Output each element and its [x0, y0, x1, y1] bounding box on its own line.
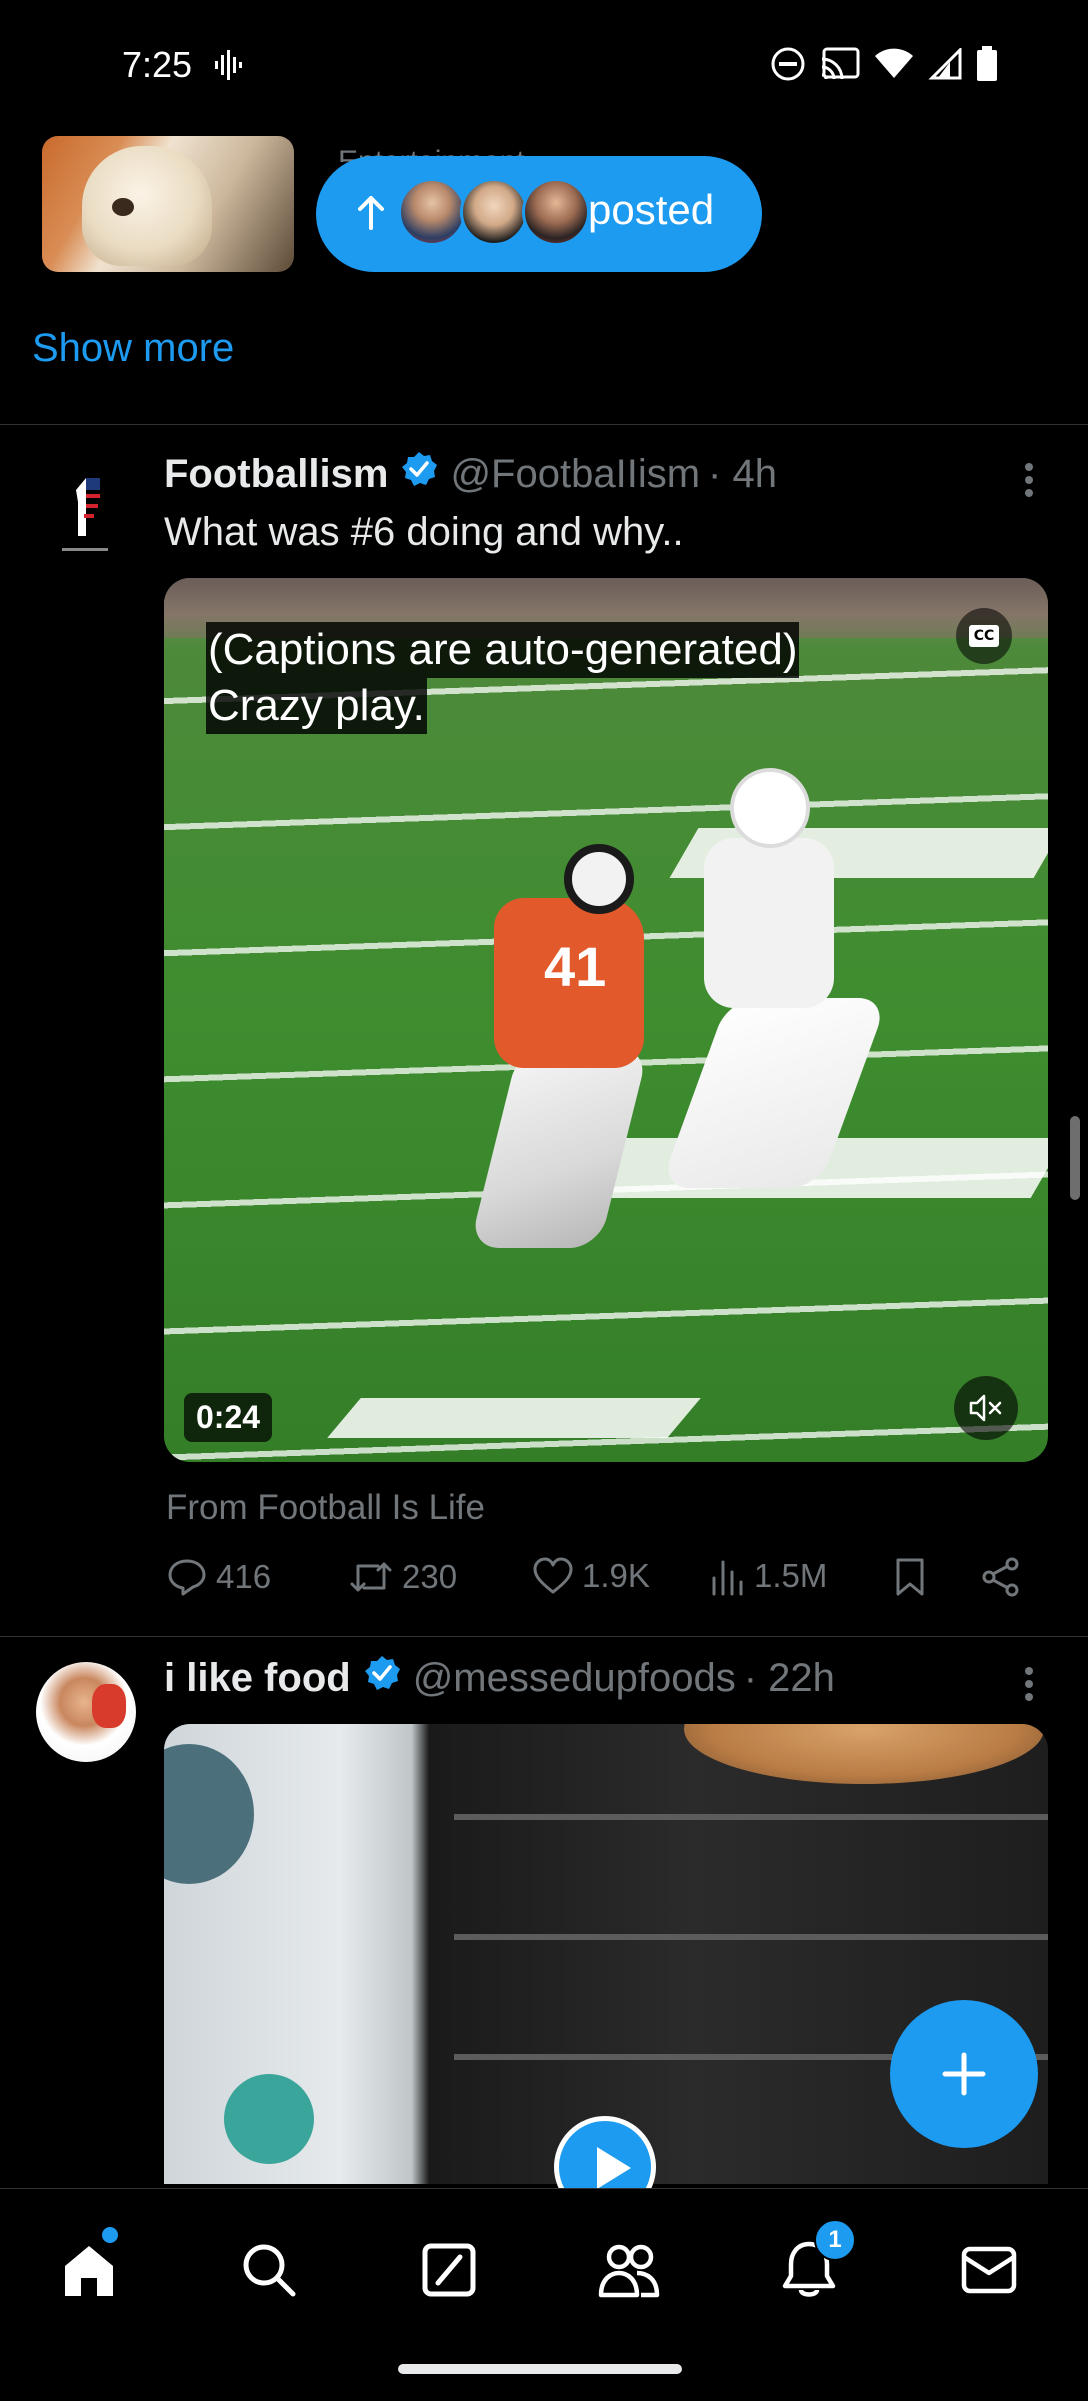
views-button[interactable]: 1.5M — [710, 1556, 827, 1596]
oven-rack — [454, 1934, 1048, 1940]
divider — [0, 424, 1088, 425]
signal-icon — [928, 48, 962, 80]
mute-button[interactable] — [954, 1376, 1018, 1440]
grok-icon — [422, 2243, 476, 2297]
verified-badge-icon — [363, 1654, 401, 1702]
posted-label: posted — [588, 186, 715, 233]
tweet-text: What was #6 doing and why.. — [164, 510, 684, 554]
player-figure — [704, 838, 834, 1008]
status-time: 7:25 — [122, 44, 193, 85]
more-options-icon[interactable] — [1024, 1666, 1034, 1707]
repost-count: 230 — [402, 1558, 458, 1595]
compose-post-button[interactable] — [890, 2000, 1038, 2148]
avatar[interactable] — [40, 464, 130, 554]
decoration — [164, 1744, 254, 1884]
repost-button[interactable]: 230 — [348, 1556, 457, 1598]
cc-icon: CC — [969, 625, 999, 647]
oven-rack — [454, 1814, 1048, 1820]
like-button[interactable]: 1.9K — [532, 1556, 650, 1596]
arrow-up-icon — [356, 196, 386, 235]
nav-communities[interactable] — [594, 2235, 664, 2305]
view-count: 1.5M — [754, 1557, 828, 1594]
avatar — [460, 178, 528, 246]
verified-badge-icon — [400, 450, 438, 498]
sound-wave-icon — [214, 48, 244, 87]
reply-count: 416 — [216, 1558, 272, 1595]
post-age: · 22h — [743, 1655, 835, 1700]
repost-icon — [350, 1562, 392, 1592]
nav-home[interactable] — [54, 2235, 124, 2305]
reply-icon — [168, 1559, 206, 1596]
home-icon — [65, 2246, 113, 2296]
author-name[interactable]: i like food — [164, 1656, 351, 1701]
tweet-header: Footballism @FootbaIIism · 4h — [164, 450, 777, 498]
tweet-header: i like food @messedupfoods · 22h — [164, 1654, 835, 1702]
author-name[interactable]: Footballism — [164, 452, 388, 497]
player-figure — [469, 1048, 649, 1248]
search-icon — [243, 2244, 296, 2297]
author-handle[interactable]: @FootbaIIism — [450, 452, 700, 497]
mail-icon — [961, 2246, 1017, 2294]
decoration — [224, 2074, 314, 2164]
player-helmet — [564, 844, 634, 914]
views-icon — [712, 1560, 743, 1596]
jersey-number: 41 — [544, 935, 607, 998]
share-button[interactable] — [980, 1556, 1022, 1598]
nav-search[interactable] — [234, 2235, 304, 2305]
post-age: · 4h — [708, 451, 777, 496]
video-source[interactable]: From Football Is Life — [166, 1488, 485, 1528]
food-image — [684, 1724, 1044, 1784]
plus-icon — [942, 2052, 986, 2096]
author-handle[interactable]: @messedupfoods — [413, 1656, 736, 1701]
reply-button[interactable]: 416 — [166, 1556, 271, 1598]
closed-captions-button[interactable]: CC — [956, 608, 1012, 664]
avatar — [522, 178, 590, 246]
new-posts-pill[interactable]: posted — [316, 156, 762, 272]
do-not-disturb-icon — [770, 46, 806, 82]
more-options-icon[interactable] — [1024, 462, 1034, 503]
status-bar: 7:25 — [0, 0, 1088, 130]
caption-line: Crazy play. — [206, 678, 427, 734]
video-player[interactable]: 41 (Captions are auto-generated) Crazy p… — [164, 578, 1048, 1462]
cast-icon — [820, 47, 860, 81]
show-more-link[interactable]: Show more — [32, 326, 234, 371]
caption-line: (Captions are auto-generated) — [206, 622, 800, 678]
field-marking — [327, 1398, 701, 1438]
gesture-handle[interactable] — [398, 2364, 682, 2374]
scrollbar[interactable] — [1070, 1116, 1080, 1200]
bookmark-icon — [896, 1558, 924, 1596]
avatar[interactable] — [36, 1662, 136, 1762]
status-icons — [770, 46, 998, 82]
wifi-icon — [874, 48, 914, 80]
battery-icon — [976, 46, 998, 82]
divider — [0, 1636, 1088, 1637]
tweet-actions: 416 230 1.9K 1.5M — [164, 1556, 1028, 1612]
new-posts-dot — [102, 2227, 118, 2243]
communities-icon — [598, 2244, 660, 2298]
nav-messages[interactable] — [954, 2235, 1024, 2305]
bookmark-button[interactable] — [892, 1556, 928, 1598]
dog-image — [82, 146, 212, 266]
nav-grok[interactable] — [414, 2235, 484, 2305]
player-helmet — [730, 768, 810, 848]
like-count: 1.9K — [582, 1557, 650, 1594]
volume-muted-icon — [969, 1394, 1002, 1422]
trend-thumbnail[interactable] — [42, 136, 294, 272]
video-duration: 0:24 — [184, 1393, 273, 1442]
poster-avatars — [398, 178, 594, 250]
notification-badge: 1 — [814, 2219, 856, 2261]
share-icon — [982, 1557, 1019, 1597]
avatar — [398, 178, 466, 246]
heart-icon — [533, 1557, 573, 1594]
